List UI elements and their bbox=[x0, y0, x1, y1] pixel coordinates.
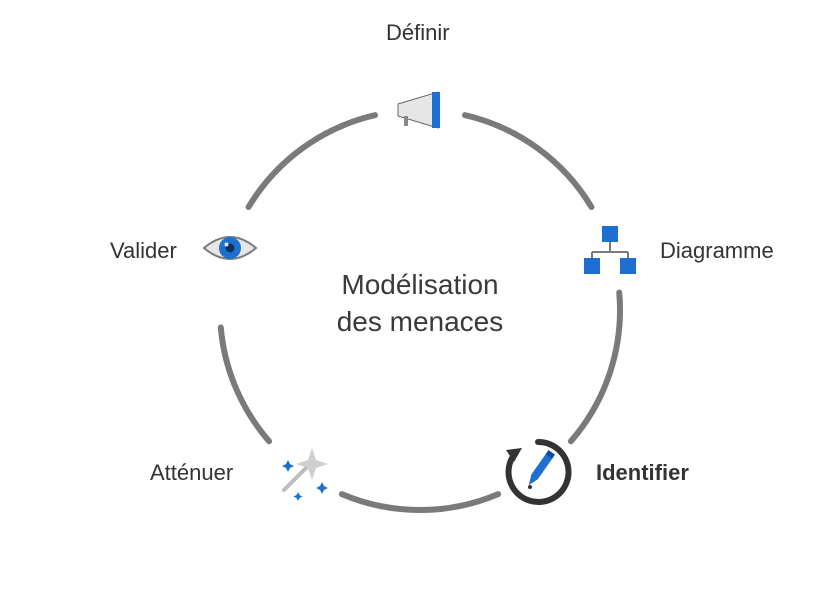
step-label-definir: Définir bbox=[386, 20, 450, 46]
identify-circled-pen-icon bbox=[500, 434, 576, 510]
eye-icon bbox=[200, 218, 260, 278]
step-label-valider: Valider bbox=[110, 238, 177, 264]
megaphone-icon bbox=[390, 80, 450, 140]
step-label-attenuer: Atténuer bbox=[150, 460, 233, 486]
threat-modeling-cycle-diagram: Modélisation des menaces Définir Dia bbox=[0, 0, 840, 607]
center-title-line1: Modélisation bbox=[290, 266, 550, 304]
magic-wand-icon bbox=[272, 442, 332, 502]
step-label-diagramme: Diagramme bbox=[660, 238, 774, 264]
step-label-identifier: Identifier bbox=[596, 460, 689, 486]
center-title-line2: des menaces bbox=[290, 304, 550, 342]
diagram-center-title: Modélisation des menaces bbox=[290, 266, 550, 342]
hierarchy-icon bbox=[580, 218, 640, 278]
